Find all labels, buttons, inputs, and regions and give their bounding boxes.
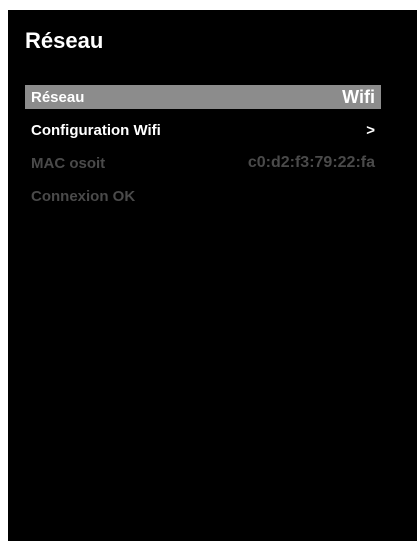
page-title: Réseau bbox=[25, 28, 104, 53]
chevron-right-icon: > bbox=[366, 121, 375, 139]
menu-item-connection-status: Connexion OK bbox=[25, 184, 381, 208]
network-menu: Réseau Wifi Configuration Wifi > MAC oso… bbox=[25, 85, 381, 217]
menu-item-label: Configuration Wifi bbox=[31, 121, 161, 139]
menu-item-wifi-config[interactable]: Configuration Wifi > bbox=[25, 118, 381, 142]
settings-screen: Réseau Réseau Wifi Configuration Wifi > … bbox=[8, 10, 417, 541]
menu-item-label: MAC osoit bbox=[31, 154, 106, 172]
menu-item-label: Connexion OK bbox=[31, 187, 136, 205]
mac-address-value: c0:d2:f3:79:22:fa bbox=[247, 154, 375, 171]
menu-item-mac-address: MAC osoit c0:d2:f3:79:22:fa bbox=[25, 151, 381, 175]
menu-item-label: Réseau bbox=[31, 88, 85, 106]
menu-item-value: Wifi bbox=[342, 86, 375, 107]
menu-item-network[interactable]: Réseau Wifi bbox=[25, 85, 381, 109]
